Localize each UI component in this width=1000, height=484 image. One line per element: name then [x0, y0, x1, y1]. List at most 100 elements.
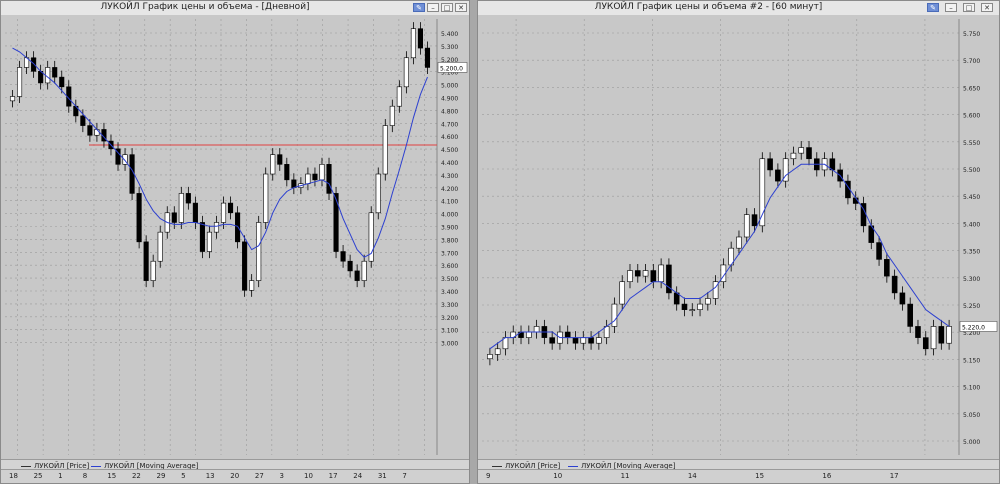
y-tick-label: 5.400 [963, 221, 980, 228]
candle-body [9, 96, 16, 102]
right-chart-window[interactable]: ЛУКОЙЛ График цены и объема #2 - [60 мин… [477, 0, 1000, 484]
candle-body [884, 259, 890, 277]
candle-body [361, 260, 367, 281]
candle-body [382, 125, 388, 175]
close-button[interactable]: ✕ [455, 3, 467, 12]
x-tick-label: 8 [82, 472, 88, 480]
candle-body [213, 222, 220, 233]
right-title-bar[interactable]: ЛУКОЙЛ График цены и объема #2 - [60 мин… [478, 1, 999, 16]
y-tick-label: 5.000 [963, 439, 980, 446]
y-tick-label: 4.700 [441, 121, 458, 128]
y-tick-label: 5.550 [963, 140, 980, 147]
y-tick-label: 5.050 [963, 412, 980, 419]
candle-body [242, 241, 248, 291]
y-tick-label: 5.300 [441, 44, 458, 51]
x-tick-label: 16 [822, 472, 832, 480]
y-tick-label: 4.400 [441, 160, 458, 167]
minimize-button[interactable]: – [945, 3, 957, 12]
candle-body [564, 331, 571, 338]
minimize-button[interactable]: – [427, 3, 439, 12]
y-tick-label: 5.300 [963, 276, 980, 283]
close-button[interactable]: ✕ [981, 3, 993, 12]
maximize-button[interactable]: □ [963, 3, 975, 12]
candle-body [354, 270, 360, 281]
y-tick-label: 5.350 [963, 249, 980, 256]
candle-body [611, 303, 618, 327]
candle-body [494, 348, 501, 355]
candle-body [199, 222, 205, 252]
candle-body [619, 281, 625, 305]
maximize-button[interactable]: □ [441, 3, 453, 12]
x-tick-label: 15 [107, 472, 117, 480]
y-tick-label: 5.100 [963, 385, 980, 392]
right-chart-area[interactable]: 5.750 5.700 5.650 5.600 5.550 5.500 5.450 5.400… [478, 15, 999, 459]
x-tick-label: 20 [230, 472, 240, 480]
candle-body [94, 129, 100, 136]
x-tick-label: 31 [377, 472, 387, 480]
candle-body [588, 337, 594, 344]
right-x-axis: 9 10 11 14 15 16 17 [478, 469, 999, 483]
y-tick-label: 4.600 [441, 134, 458, 141]
x-tick-label: 17 [328, 472, 338, 480]
x-tick-label: 22 [131, 472, 141, 480]
candle-body [80, 115, 86, 126]
y-tick-label: 4.200 [441, 186, 458, 193]
candle-body [52, 67, 58, 78]
y-tick-label: 3.000 [441, 341, 458, 348]
candle-body [319, 164, 325, 181]
right-window-title: ЛУКОЙЛ График цены и объема #2 - [60 мин… [594, 2, 823, 12]
x-tick-label: 1 [58, 472, 63, 480]
x-tick-label: 27 [254, 472, 264, 480]
x-tick-label: 13 [205, 472, 215, 480]
ma-line-swatch [568, 465, 578, 467]
left-window-title: ЛУКОЙЛ График цены и объема - [Дневной] [100, 2, 310, 12]
right-price-chart[interactable]: 5.750 5.700 5.650 5.600 5.550 5.500 5.450 5.400… [478, 15, 999, 459]
y-tick-label: 5.600 [963, 113, 980, 120]
x-tick-label: 3 [279, 472, 284, 480]
left-chart-window[interactable]: ЛУКОЙЛ График цены и объема - [Дневной] … [0, 0, 470, 484]
left-chart-area[interactable]: 5.400 5.300 5.200 5.100 5.000 4.900 4.800 4.700… [1, 15, 469, 459]
candle-body [410, 28, 416, 59]
y-tick-label: 3.800 [441, 237, 458, 244]
candle-body [751, 214, 758, 227]
candle-body [333, 193, 339, 252]
candle-body [220, 202, 227, 223]
candle-body [634, 270, 641, 277]
y-tick-label: 4.900 [441, 96, 458, 103]
candle-body [946, 326, 952, 344]
price-tag: 5.200,0 [440, 65, 463, 72]
candle-body [526, 331, 532, 338]
y-tick-label: 4.000 [441, 212, 458, 219]
candle-body [915, 326, 921, 338]
y-tick-label: 5.650 [963, 85, 980, 92]
price-line-swatch [21, 465, 31, 467]
plot-background [1, 15, 469, 459]
candle-body [596, 337, 602, 344]
candle-body [767, 158, 773, 171]
x-tick-label: 24 [353, 472, 363, 480]
y-tick-label: 3.200 [441, 315, 458, 322]
candle-body [136, 193, 142, 243]
y-tick-label: 3.700 [441, 250, 458, 257]
x-tick-label: 18 [9, 472, 18, 480]
left-title-bar[interactable]: ЛУКОЙЛ График цены и объема - [Дневной] … [1, 1, 469, 16]
candle-body [249, 280, 255, 291]
candle-body [31, 57, 37, 72]
y-tick-label: 5.250 [963, 303, 980, 310]
candle-body [572, 337, 579, 344]
candle-body [736, 236, 742, 249]
candle-body [263, 173, 269, 223]
candle-body [347, 260, 353, 272]
candle-body [790, 152, 797, 160]
y-tick-label: 3.100 [441, 328, 458, 335]
y-tick-label: 5.450 [963, 194, 980, 201]
left-price-chart[interactable]: 5.4005.3005.2005.1005.0004.9004.8004.700… [1, 15, 469, 459]
candle-body [305, 173, 311, 185]
candle-body [798, 147, 805, 154]
pen-tool-icon[interactable]: ✎ [413, 3, 425, 12]
x-tick-label: 15 [755, 472, 765, 480]
candle-body [375, 173, 381, 214]
candle-body [697, 303, 703, 310]
pen-tool-icon[interactable]: ✎ [927, 3, 939, 12]
candle-body [312, 173, 318, 181]
